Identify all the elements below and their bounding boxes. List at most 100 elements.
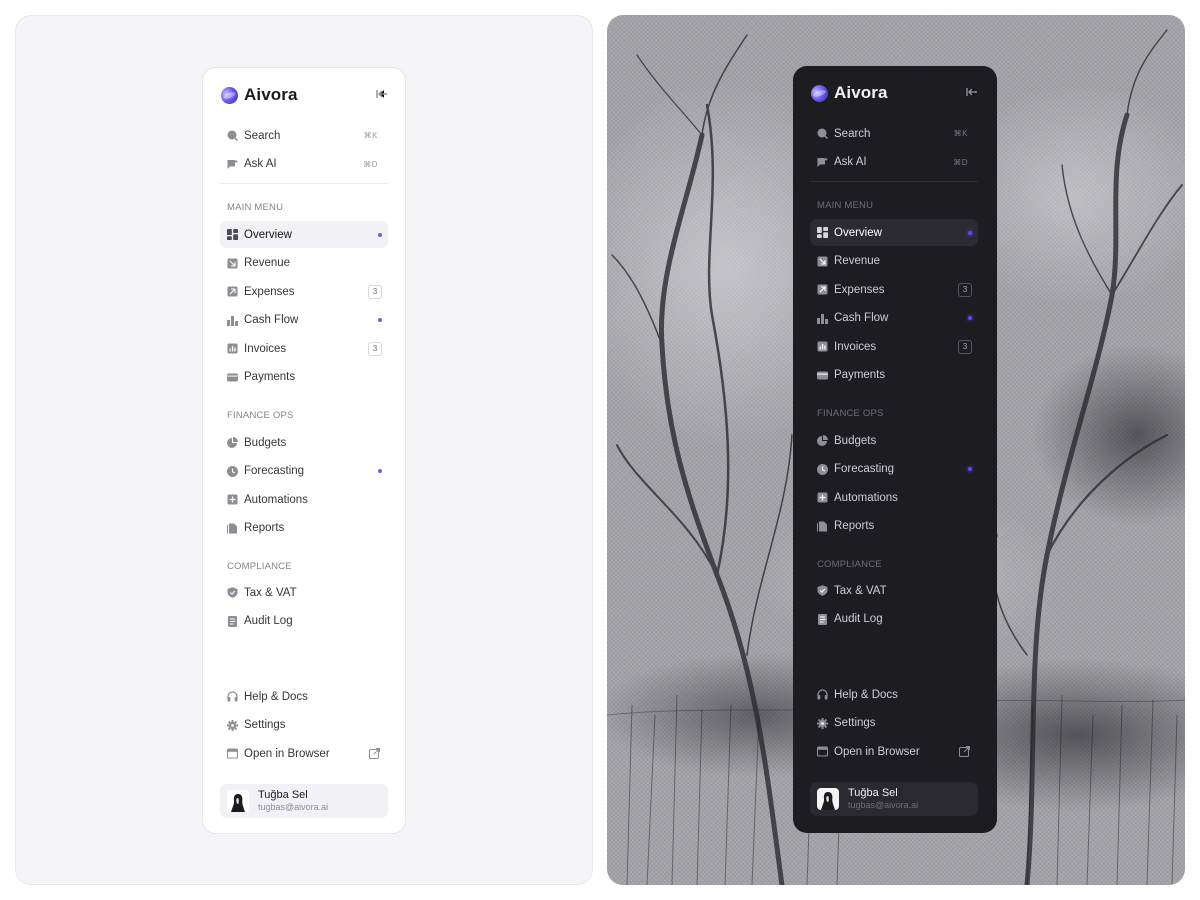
nav-item-audit-log[interactable]: Audit Log [220, 608, 388, 635]
nav-item-budgets[interactable]: Budgets [220, 429, 388, 456]
user-profile[interactable]: Tuğba Sel tugbas@aivora.ai [810, 782, 978, 816]
pie-chart-icon [227, 437, 238, 448]
bar-chart-icon [817, 313, 828, 324]
nav-item-tax-and-vat[interactable]: Tax & VAT [810, 577, 978, 604]
nav-item-automations[interactable]: Automations [810, 484, 978, 511]
nav-item-cash-flow[interactable]: Cash Flow [220, 307, 388, 334]
nav-item-ask-ai[interactable]: Ask AI ⌘D [220, 151, 388, 178]
user-name: Tuğba Sel [258, 789, 308, 801]
section-label-finance-ops: FINANCE OPS [817, 408, 884, 419]
sidebar: Aivora Search ⌘K Ask AI ⌘D MAIN MENU Ove… [202, 67, 406, 834]
shortcut-hint: ⌘K [953, 129, 968, 138]
brand: Aivora [218, 84, 389, 106]
external-link-icon [959, 746, 970, 757]
pie-chart-icon [817, 435, 828, 446]
nav-item-label: Overview [834, 226, 882, 239]
nav-item-search[interactable]: Search ⌘K [810, 120, 978, 147]
nav-item-label: Help & Docs [244, 690, 308, 703]
reports-icon [227, 523, 238, 534]
brand: Aivora [808, 82, 979, 104]
wallet-icon [817, 370, 828, 381]
nav-item-label: Settings [244, 719, 286, 731]
nav-item-reports[interactable]: Reports [220, 515, 388, 542]
search-icon [227, 130, 238, 141]
automation-icon [817, 492, 828, 503]
nav-item-payments[interactable]: Payments [220, 364, 388, 391]
nav-item-label: Automations [244, 493, 308, 506]
shortcut-hint: ⌘K [363, 131, 378, 140]
browser-icon [817, 746, 828, 757]
brand-name: Aivora [244, 85, 298, 104]
reports-icon [817, 521, 828, 532]
nav-item-overview[interactable]: Overview [220, 221, 388, 248]
user-email: tugbas@aivora.ai [848, 800, 919, 810]
grid-icon [227, 229, 238, 240]
nav-item-cash-flow[interactable]: Cash Flow [810, 305, 978, 332]
nav-item-budgets[interactable]: Budgets [810, 427, 978, 454]
count-badge: 3 [958, 282, 972, 297]
nav-item-tax-and-vat[interactable]: Tax & VAT [220, 579, 388, 606]
collapse-sidebar-icon[interactable] [965, 85, 979, 99]
nav-item-help-and-docs[interactable]: Help & Docs [810, 681, 978, 708]
nav-item-revenue[interactable]: Revenue [220, 250, 388, 277]
nav-item-settings[interactable]: Settings [220, 712, 388, 739]
nav-item-label: Cash Flow [834, 312, 889, 324]
nav-item-label: Tax & VAT [244, 586, 297, 599]
light-theme-panel: Aivora Search ⌘K Ask AI ⌘D MAIN MENU Ove… [15, 15, 593, 885]
nav-item-label: Audit Log [244, 615, 293, 627]
status-dot [968, 467, 972, 471]
document-icon [227, 615, 238, 627]
browser-icon [227, 748, 238, 759]
invoice-icon [817, 341, 828, 352]
nav-item-label: Ask AI [244, 158, 277, 170]
user-profile[interactable]: Tuğba Sel tugbas@aivora.ai [220, 784, 388, 818]
nav-item-automations[interactable]: Automations [220, 486, 388, 513]
nav-item-label: Invoices [834, 340, 877, 353]
status-dot [968, 230, 972, 235]
aivora-logo-icon [808, 82, 831, 104]
nav-item-label: Forecasting [834, 463, 895, 475]
nav-item-open-in-browser[interactable]: Open in Browser [810, 738, 978, 765]
section-label-compliance: COMPLIANCE [817, 559, 882, 570]
aivora-logo-icon [218, 84, 241, 106]
revenue-icon [817, 256, 828, 267]
status-dot [378, 232, 382, 237]
nav-item-payments[interactable]: Payments [810, 362, 978, 389]
nav-item-expenses[interactable]: Expenses 3 [220, 278, 388, 305]
user-name: Tuğba Sel [848, 787, 898, 799]
headphones-icon [817, 689, 828, 700]
status-dot [968, 316, 972, 320]
count-badge: 3 [958, 339, 972, 354]
nav-item-label: Payments [834, 369, 886, 381]
nav-item-open-in-browser[interactable]: Open in Browser [220, 740, 388, 767]
nav-item-reports[interactable]: Reports [810, 513, 978, 540]
nav-item-label: Ask AI [834, 156, 867, 168]
divider [810, 181, 978, 182]
nav-item-label: Expenses [244, 285, 295, 298]
nav-item-forecasting[interactable]: Forecasting [810, 456, 978, 483]
nav-item-revenue[interactable]: Revenue [810, 248, 978, 275]
shortcut-hint: ⌘D [953, 157, 968, 167]
nav-item-ask-ai[interactable]: Ask AI ⌘D [810, 149, 978, 176]
shield-icon [227, 587, 238, 598]
chat-icon [227, 159, 238, 170]
nav-item-label: Revenue [244, 257, 291, 269]
nav-item-forecasting[interactable]: Forecasting [220, 458, 388, 485]
search-icon [817, 128, 828, 139]
revenue-icon [227, 258, 238, 269]
automation-icon [227, 494, 238, 505]
nav-item-invoices[interactable]: Invoices 3 [810, 333, 978, 360]
nav-item-help-and-docs[interactable]: Help & Docs [220, 683, 388, 710]
nav-item-overview[interactable]: Overview [810, 219, 978, 246]
nav-item-invoices[interactable]: Invoices 3 [220, 335, 388, 362]
nav-item-search[interactable]: Search ⌘K [220, 122, 388, 149]
expenses-icon [817, 284, 828, 295]
nav-item-label: Reports [244, 522, 285, 534]
nav-item-expenses[interactable]: Expenses 3 [810, 276, 978, 303]
collapse-sidebar-icon[interactable] [375, 87, 389, 101]
count-badge: 3 [368, 284, 382, 299]
nav-item-label: Expenses [834, 283, 885, 296]
nav-item-settings[interactable]: Settings [810, 710, 978, 737]
nav-item-label: Forecasting [244, 465, 305, 477]
nav-item-audit-log[interactable]: Audit Log [810, 606, 978, 633]
